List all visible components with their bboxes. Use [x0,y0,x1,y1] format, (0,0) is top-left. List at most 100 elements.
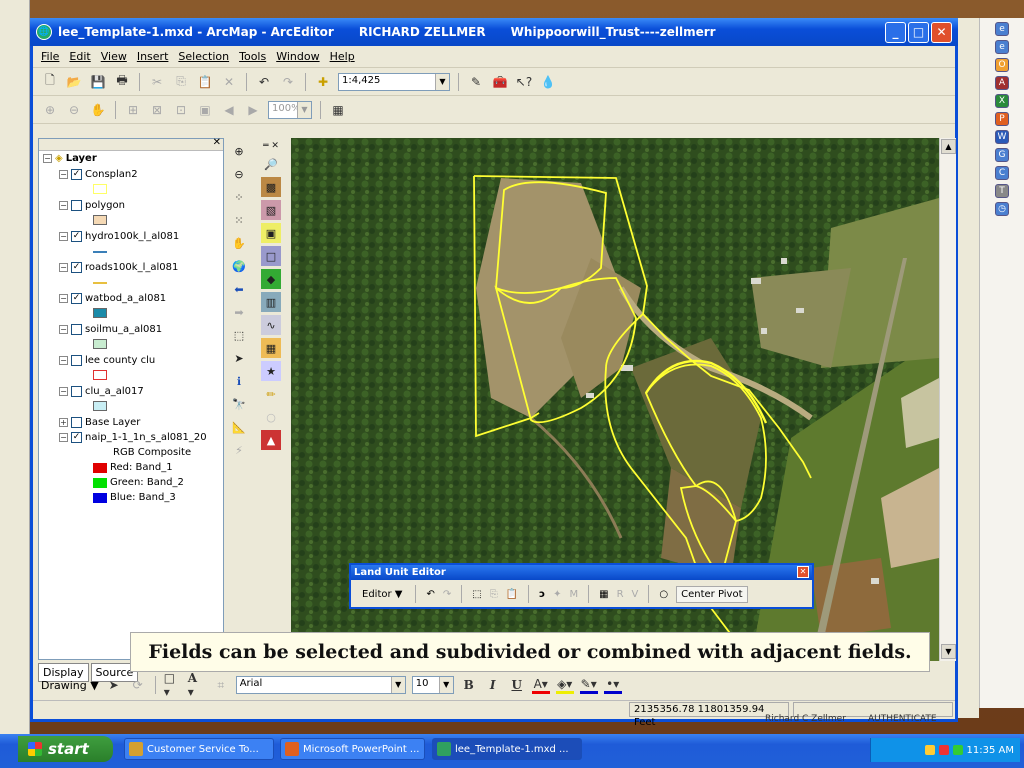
layer-symbol-swatch[interactable] [93,282,107,284]
layer-visibility-checkbox[interactable] [71,324,82,335]
menu-edit[interactable]: Edit [69,50,90,63]
update-icon[interactable] [952,745,963,755]
layer-symbol-swatch[interactable] [93,339,107,349]
select-features-icon[interactable]: ⬚ [229,325,249,345]
task-powerpoint[interactable]: Microsoft PowerPoint ... [280,738,425,760]
measure-icon[interactable]: 📐 [229,417,249,437]
font-color-icon[interactable]: A▾ [531,676,550,694]
layer-visibility-checkbox[interactable]: ✓ [71,231,82,242]
chevron-down-icon[interactable]: ▼ [438,677,453,693]
pencil-icon[interactable]: ✏ [261,384,281,404]
expand-icon[interactable]: + [59,418,68,427]
map-vertical-scrollbar[interactable]: ▲ ▼ [939,138,956,661]
close-icon[interactable]: ✕ [797,566,809,578]
layer-symbol-swatch[interactable] [93,401,107,411]
attributes-icon[interactable]: ▦ [599,589,608,600]
rectangle-icon[interactable]: □ ▾ [164,671,182,699]
collapse-icon[interactable]: − [43,154,52,163]
calendar-icon[interactable]: C [995,166,1009,180]
expand-icon[interactable]: − [59,387,68,396]
map-scale-combo[interactable]: 1:4,425 ▼ [338,72,450,91]
circle-icon[interactable]: ○ [261,407,281,427]
fixed-zoom-out-icon[interactable]: ⁙ [229,210,249,230]
pan-page-icon[interactable]: ✋ [89,101,107,119]
scroll-down-icon[interactable]: ▼ [941,644,956,659]
clock-icon[interactable]: ◷ [995,202,1009,216]
water-drop-icon[interactable]: 💧 [539,73,557,91]
menu-insert[interactable]: Insert [137,50,169,63]
r-button[interactable]: R [617,589,624,600]
outlook-icon[interactable]: O [995,58,1009,72]
toc-layer[interactable]: − clu_a_al017 [59,386,144,397]
start-button[interactable]: start [18,736,113,762]
fixed-zoom-out-icon[interactable]: ⊡ [172,101,190,119]
text-icon[interactable]: A ▾ [188,671,206,699]
circle-icon[interactable]: ○ [659,589,668,600]
menu-tools[interactable]: Tools [239,50,266,63]
select-feature-icon[interactable]: ⬚ [472,589,481,600]
whats-this-icon[interactable]: ↖? [515,73,533,91]
expand-icon[interactable]: − [59,201,68,210]
m-button[interactable]: M [569,589,578,600]
menu-file[interactable]: File [41,50,59,63]
underline-button[interactable]: U [508,676,526,694]
rotate-icon[interactable]: ⟳ [129,676,147,694]
identify-icon[interactable]: ℹ [229,371,249,391]
close-button[interactable]: ✕ [931,22,952,43]
toc-layer[interactable]: − ✓ naip_1-1_1n_s_al081_20 [59,432,207,443]
toc-layer[interactable]: + Base Layer [59,417,140,428]
fixed-zoom-in-icon[interactable]: ⊠ [148,101,166,119]
ie-icon-2[interactable]: e [995,40,1009,54]
pdf-icon[interactable]: ▲ [261,430,281,450]
find-icon[interactable]: 🔭 [229,394,249,414]
magnify-icon[interactable]: 🔎 [261,154,281,174]
hyperlink-icon[interactable]: ⚡ [229,440,249,460]
excel-icon[interactable]: X [995,94,1009,108]
editor-toolbar-icon[interactable]: ✎ [467,73,485,91]
layer-visibility-checkbox[interactable]: ✓ [71,432,82,443]
layer-select-icon[interactable]: ▣ [261,223,281,243]
toc-layer[interactable]: − ✓ Consplan2 [59,169,138,180]
zoom-whole-page-icon[interactable]: ⊞ [124,101,142,119]
v-button[interactable]: V [632,589,639,600]
network-icon[interactable] [924,745,935,755]
globe-icon[interactable]: G [995,148,1009,162]
layer-symbol-swatch[interactable] [93,184,107,194]
map-icon[interactable]: ▧ [261,200,281,220]
curve-edit-icon[interactable]: ∿ [261,315,281,335]
bold-button[interactable]: B [460,676,478,694]
toggle-draft-mode-icon[interactable]: ▦ [329,101,347,119]
expand-icon[interactable]: − [59,170,68,179]
cut-icon[interactable]: ✂ [148,73,166,91]
layer-visibility-checkbox[interactable]: ✓ [71,262,82,273]
add-data-icon[interactable]: ✚ [314,73,332,91]
delete-icon[interactable]: ✕ [220,73,238,91]
redo-icon[interactable]: ↷ [443,589,451,600]
font-name-combo[interactable]: Arial ▼ [235,676,406,694]
zoom-percent-combo[interactable]: 100% ▼ [268,100,312,119]
task-arcmap[interactable]: lee_Template-1.mxd ... [432,738,582,760]
open-icon[interactable]: 📂 [65,73,83,91]
layer-symbol-swatch[interactable] [93,308,107,318]
select-elements-icon[interactable]: ➤ [105,676,123,694]
star-icon[interactable]: ★ [261,361,281,381]
expand-icon[interactable]: − [59,263,68,272]
toc-root[interactable]: − ◈ Layer [43,153,97,164]
menu-view[interactable]: View [101,50,127,63]
word-icon[interactable]: W [995,130,1009,144]
chevron-down-icon[interactable]: ▼ [297,101,311,118]
toc-layer[interactable]: − ✓ roads100k_l_al081 [59,262,178,273]
green-polygon-icon[interactable]: ◆ [261,269,281,289]
zoom-100-icon[interactable]: ▣ [196,101,214,119]
new-icon[interactable]: 🗋 [41,73,59,91]
select-elements-icon[interactable]: ➤ [229,348,249,368]
expand-icon[interactable]: − [59,325,68,334]
expand-icon[interactable]: − [59,294,68,303]
paste-icon[interactable]: 📋 [506,589,518,600]
forward-extent-icon[interactable]: ▶ [244,101,262,119]
forward-icon[interactable]: ➡ [229,302,249,322]
italic-button[interactable]: I [484,676,502,694]
cut-polygon-icon[interactable]: ↄ [539,589,545,600]
security-icon[interactable] [938,745,949,755]
redo-icon[interactable]: ↷ [279,73,297,91]
